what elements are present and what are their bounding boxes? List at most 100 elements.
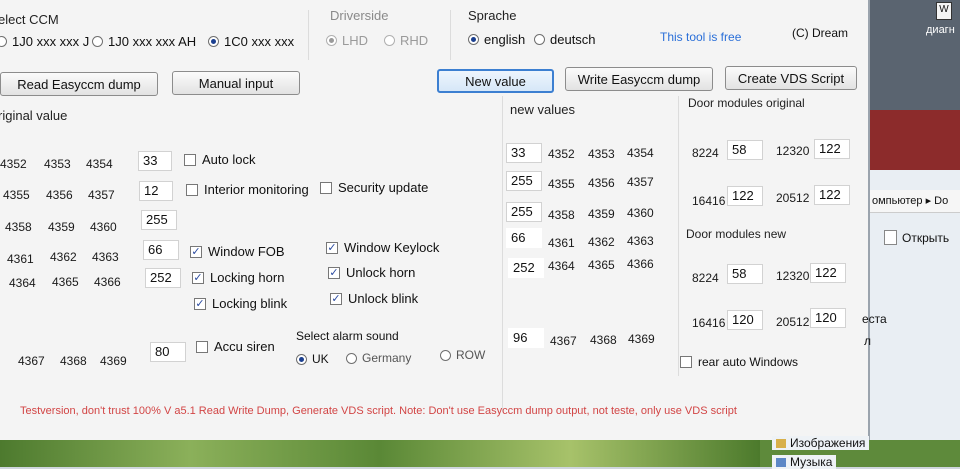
radio-label: 1J0 xxx xxx AH — [108, 34, 197, 49]
checkbox-label: Security update — [338, 180, 429, 195]
checkbox-label: Locking horn — [210, 270, 285, 285]
door-new-field[interactable]: 120 — [810, 308, 846, 328]
original-value-field[interactable]: 80 — [150, 342, 186, 362]
door-new-field[interactable]: 58 — [727, 264, 763, 284]
checkbox-window-fob[interactable]: ✓ Window FOB — [190, 244, 285, 259]
manual-input-button[interactable]: Manual input — [172, 71, 300, 95]
checkbox-label: Unlock blink — [348, 291, 419, 306]
original-value-field[interactable]: 12 — [139, 181, 173, 201]
open-label: Открыть — [902, 230, 950, 245]
checkbox-rear-auto-windows[interactable]: rear auto Windows — [680, 355, 798, 369]
address-label: 4365 — [588, 258, 615, 272]
language-group-title: Sprache — [468, 8, 517, 23]
address-label: 4359 — [48, 220, 75, 234]
new-value-field[interactable]: 33 — [506, 143, 542, 163]
radio-english[interactable]: english — [468, 32, 525, 47]
driverside-group-title: Driverside — [330, 8, 389, 23]
radio-dot-selected — [468, 34, 479, 45]
word-app-icon[interactable]: W — [936, 2, 952, 20]
checkbox-label: rear auto Windows — [698, 355, 799, 369]
door-modules-original-title: Door modules original — [688, 96, 805, 110]
door-original-field[interactable]: 122 — [727, 186, 763, 206]
divider — [502, 96, 503, 412]
radio-deutsch[interactable]: deutsch — [534, 32, 596, 47]
checkbox-interior-monitoring[interactable]: Interior monitoring — [186, 182, 309, 197]
address-label: 4352 — [548, 147, 575, 161]
new-value-field[interactable]: 255 — [506, 171, 542, 191]
address-label: 4358 — [5, 220, 32, 234]
radio-dot-selected — [208, 36, 219, 47]
checkbox-locking-horn[interactable]: ✓ Locking horn — [192, 270, 284, 285]
radio-dot — [92, 36, 103, 47]
address-label: 4353 — [588, 147, 615, 161]
checkbox-window-keylock[interactable]: ✓ Window Keylock — [326, 240, 439, 255]
address-label: 4357 — [88, 188, 115, 202]
new-value-button[interactable]: New value — [437, 69, 554, 93]
address-label: 4363 — [627, 234, 654, 248]
address-label: 4365 — [52, 275, 79, 289]
door-original-field[interactable]: 122 — [814, 185, 850, 205]
address-label: 4369 — [100, 354, 127, 368]
original-value-field[interactable]: 66 — [143, 240, 179, 260]
radio-lhd[interactable]: LHD — [326, 33, 368, 48]
new-value-field[interactable]: 255 — [506, 202, 542, 222]
radio-alarm-uk[interactable]: UK — [296, 352, 329, 366]
address-label: 4366 — [94, 275, 121, 289]
music-folder-icon — [776, 457, 786, 467]
radio-label: 1C0 xxx xxx — [224, 34, 295, 49]
desktop-wallpaper — [0, 440, 760, 467]
explorer-open-button[interactable]: Открыть — [884, 230, 949, 245]
address-label: 4359 — [588, 207, 615, 221]
new-values-title: new values — [510, 102, 576, 117]
check-icon: ✓ — [326, 241, 338, 254]
checkbox-unlock-blink[interactable]: ✓ Unlock blink — [330, 291, 418, 306]
radio-alarm-row[interactable]: ROW — [440, 348, 485, 362]
address-label: 4366 — [627, 257, 654, 271]
checkbox-accu-siren[interactable]: Accu siren — [196, 339, 275, 354]
checkbox-security-update[interactable]: Security update — [320, 180, 428, 195]
free-tool-link[interactable]: This tool is free — [660, 30, 741, 44]
checkbox-unlock-horn[interactable]: ✓ Unlock horn — [328, 265, 415, 280]
original-value-field[interactable]: 252 — [145, 268, 181, 288]
address-label: 4361 — [548, 236, 575, 250]
address-label: 4367 — [550, 334, 577, 348]
divider — [308, 10, 309, 60]
check-icon: ✓ — [190, 245, 202, 258]
explorer-top-text: диагн — [926, 24, 955, 36]
write-dump-button[interactable]: Write Easyccm dump — [565, 67, 713, 91]
radio-alarm-germany[interactable]: Germany — [346, 351, 411, 365]
radio-label: english — [484, 32, 526, 47]
nav-item-images[interactable]: Изображения — [772, 436, 870, 450]
check-icon: ✓ — [330, 292, 342, 305]
easyccm-window: elect CCM 1J0 xxx xxx J 1J0 xxx xxx AH 1… — [0, 0, 870, 440]
new-value-field[interactable]: 96 — [508, 328, 544, 348]
checkbox-auto-lock[interactable]: Auto lock — [184, 152, 255, 167]
address-label: 20512 — [776, 191, 810, 205]
address-label: 4356 — [46, 188, 73, 202]
door-new-field[interactable]: 122 — [810, 263, 846, 283]
address-label: 8224 — [692, 271, 719, 285]
explorer-breadcrumb[interactable]: омпьютер ▸ Do — [870, 190, 960, 213]
new-value-field[interactable]: 252 — [508, 258, 544, 278]
original-value-field[interactable]: 255 — [141, 210, 177, 230]
breadcrumb-text: омпьютер ▸ Do — [872, 195, 949, 207]
create-vds-button[interactable]: Create VDS Script — [725, 66, 857, 90]
radio-ccm-ah[interactable]: 1J0 xxx xxx AH — [92, 34, 196, 49]
address-label: 4369 — [628, 332, 655, 346]
door-original-field[interactable]: 58 — [727, 140, 763, 160]
checkbox-label: Window Keylock — [344, 240, 440, 255]
address-label: 4353 — [44, 157, 71, 171]
new-value-field[interactable]: 66 — [506, 228, 542, 248]
original-value-field[interactable]: 33 — [138, 151, 172, 171]
document-icon — [884, 230, 897, 245]
address-label: 4355 — [548, 177, 575, 191]
checkbox-locking-blink[interactable]: ✓ Locking blink — [194, 296, 287, 311]
radio-rhd[interactable]: RHD — [384, 33, 428, 48]
door-new-field[interactable]: 120 — [727, 310, 763, 330]
checkbox-label: Unlock horn — [346, 265, 416, 280]
door-original-field[interactable]: 122 — [814, 139, 850, 159]
radio-ccm-j[interactable]: 1J0 xxx xxx J — [0, 34, 89, 49]
radio-ccm-1c0[interactable]: 1C0 xxx xxx — [208, 34, 294, 49]
read-dump-button[interactable]: Read Easyccm dump — [0, 72, 158, 96]
radio-label: LHD — [342, 33, 369, 48]
